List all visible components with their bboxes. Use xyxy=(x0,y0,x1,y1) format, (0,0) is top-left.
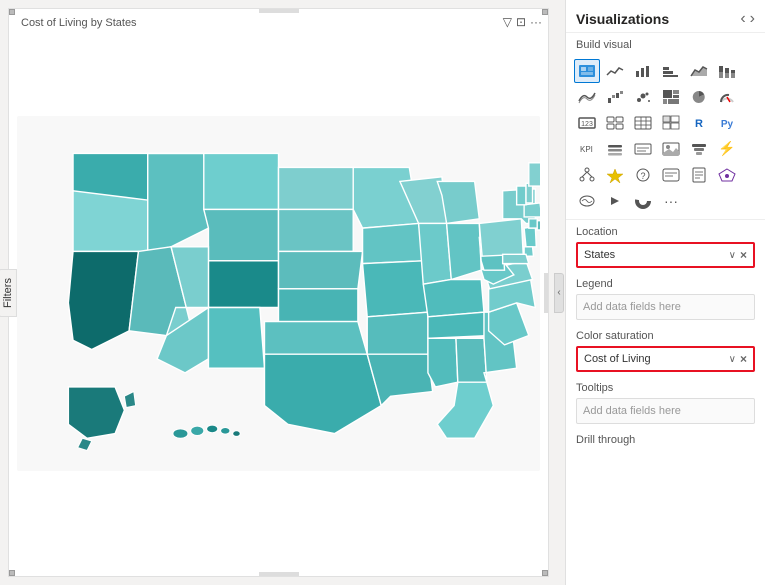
icon-row-1 xyxy=(574,59,757,83)
location-chevron[interactable]: ∨ xyxy=(729,250,736,261)
legend-field-group: Legend Add data fields here xyxy=(576,278,755,320)
icon-row-6: ··· xyxy=(574,189,757,213)
drill-through-field-group: Drill through xyxy=(576,434,755,446)
chart-type-grid: 123 R Py KPI xyxy=(566,55,765,220)
location-field-group: Location States ∨ × xyxy=(576,226,755,268)
bar-chart-icon[interactable] xyxy=(630,59,656,83)
build-visual-label: Build visual xyxy=(566,33,765,55)
filters-tab[interactable]: Filters xyxy=(0,269,17,317)
color-saturation-field-box[interactable]: Cost of Living ∨ × xyxy=(576,346,755,372)
viz-panel-header: Visualizations ‹ › xyxy=(566,0,765,33)
collapse-handle[interactable]: ‹ xyxy=(554,273,564,313)
column-chart-icon[interactable] xyxy=(658,59,684,83)
svg-text:?: ? xyxy=(640,171,645,181)
area-chart-icon[interactable] xyxy=(686,59,712,83)
matrix-icon[interactable] xyxy=(658,111,684,135)
donut-chart-icon[interactable] xyxy=(630,189,656,213)
visualizations-panel: Visualizations ‹ › Build visual xyxy=(565,0,765,585)
qa-visual-icon[interactable]: ? xyxy=(630,163,656,187)
filter-icon[interactable]: ▽ xyxy=(503,15,512,29)
map-panel: Cost of Living by States ▽ ⊡ ··· xyxy=(8,8,549,577)
smart-narrative-icon[interactable] xyxy=(658,163,684,187)
more-options-icon[interactable]: ··· xyxy=(530,15,542,29)
svg-text:KPI: KPI xyxy=(580,145,593,154)
usa-map-svg xyxy=(17,33,540,554)
decomp-tree-icon[interactable] xyxy=(574,163,600,187)
expand-icon[interactable]: ⊡ xyxy=(516,15,526,29)
map-chart-icon[interactable] xyxy=(574,59,600,83)
power-apps-icon[interactable] xyxy=(714,163,740,187)
viz-nav-next[interactable]: › xyxy=(750,10,755,28)
table-icon[interactable] xyxy=(630,111,656,135)
map-title: Cost of Living by States xyxy=(17,17,540,29)
stacked-bar-icon[interactable] xyxy=(714,59,740,83)
multi-row-card-icon[interactable] xyxy=(602,111,628,135)
color-saturation-chevron[interactable]: ∨ xyxy=(729,354,736,365)
waterfall-icon[interactable] xyxy=(602,85,628,109)
tooltips-field-box[interactable]: Add data fields here xyxy=(576,398,755,424)
legend-field-box[interactable]: Add data fields here xyxy=(576,294,755,320)
map-container: Cost of Living by States ▽ ⊡ ··· xyxy=(9,9,548,576)
color-saturation-label: Color saturation xyxy=(576,330,755,342)
svg-text:123: 123 xyxy=(581,121,593,128)
icon-row-4: KPI ⚡ xyxy=(574,137,757,161)
gauge-icon[interactable] xyxy=(714,85,740,109)
svg-text:⚡: ⚡ xyxy=(718,141,735,157)
location-value: States xyxy=(584,249,615,261)
location-controls: ∨ × xyxy=(729,248,747,262)
r-visual-icon[interactable]: R xyxy=(686,111,712,135)
play-axis-icon[interactable] xyxy=(602,189,628,213)
legend-label: Legend xyxy=(576,278,755,290)
shape-map-icon[interactable] xyxy=(574,189,600,213)
tooltips-label: Tooltips xyxy=(576,382,755,394)
location-field-box[interactable]: States ∨ × xyxy=(576,242,755,268)
scatter-chart-icon[interactable] xyxy=(630,85,656,109)
tooltips-placeholder: Add data fields here xyxy=(583,405,681,417)
icon-row-2 xyxy=(574,85,757,109)
color-saturation-value: Cost of Living xyxy=(584,353,651,365)
line-chart-icon[interactable] xyxy=(602,59,628,83)
color-saturation-controls: ∨ × xyxy=(729,352,747,366)
text-box-icon[interactable] xyxy=(630,137,656,161)
image-icon[interactable] xyxy=(658,137,684,161)
ai-visuals-icon[interactable]: ⚡ xyxy=(714,137,740,161)
color-saturation-remove-btn[interactable]: × xyxy=(740,352,747,366)
slicer-icon[interactable] xyxy=(602,137,628,161)
more-visuals-icon[interactable]: ··· xyxy=(658,189,684,213)
legend-placeholder: Add data fields here xyxy=(583,301,681,313)
treemap-icon[interactable] xyxy=(658,85,684,109)
viz-panel-title: Visualizations xyxy=(576,11,669,27)
viz-nav-controls: ‹ › xyxy=(740,10,755,28)
funnel-chart-icon[interactable] xyxy=(686,137,712,161)
key-influencers-icon[interactable] xyxy=(602,163,628,187)
kpi-icon[interactable]: KPI xyxy=(574,137,600,161)
location-label: Location xyxy=(576,226,755,238)
fields-section: Location States ∨ × Legend Add data fiel… xyxy=(566,220,765,585)
icon-row-3: 123 R Py xyxy=(574,111,757,135)
ribbon-chart-icon[interactable] xyxy=(574,85,600,109)
svg-text:Py: Py xyxy=(721,119,734,130)
icon-row-5: ? xyxy=(574,163,757,187)
card-icon[interactable]: 123 xyxy=(574,111,600,135)
viz-nav-prev[interactable]: ‹ xyxy=(740,10,745,28)
tooltips-field-group: Tooltips Add data fields here xyxy=(576,382,755,424)
location-remove-btn[interactable]: × xyxy=(740,248,747,262)
pie-chart-icon[interactable] xyxy=(686,85,712,109)
drill-through-label: Drill through xyxy=(576,434,755,446)
svg-text:R: R xyxy=(695,118,703,130)
python-visual-icon[interactable]: Py xyxy=(714,111,740,135)
color-saturation-field-group: Color saturation Cost of Living ∨ × xyxy=(576,330,755,372)
map-toolbar: ▽ ⊡ ··· xyxy=(503,15,542,29)
paginated-report-icon[interactable] xyxy=(686,163,712,187)
